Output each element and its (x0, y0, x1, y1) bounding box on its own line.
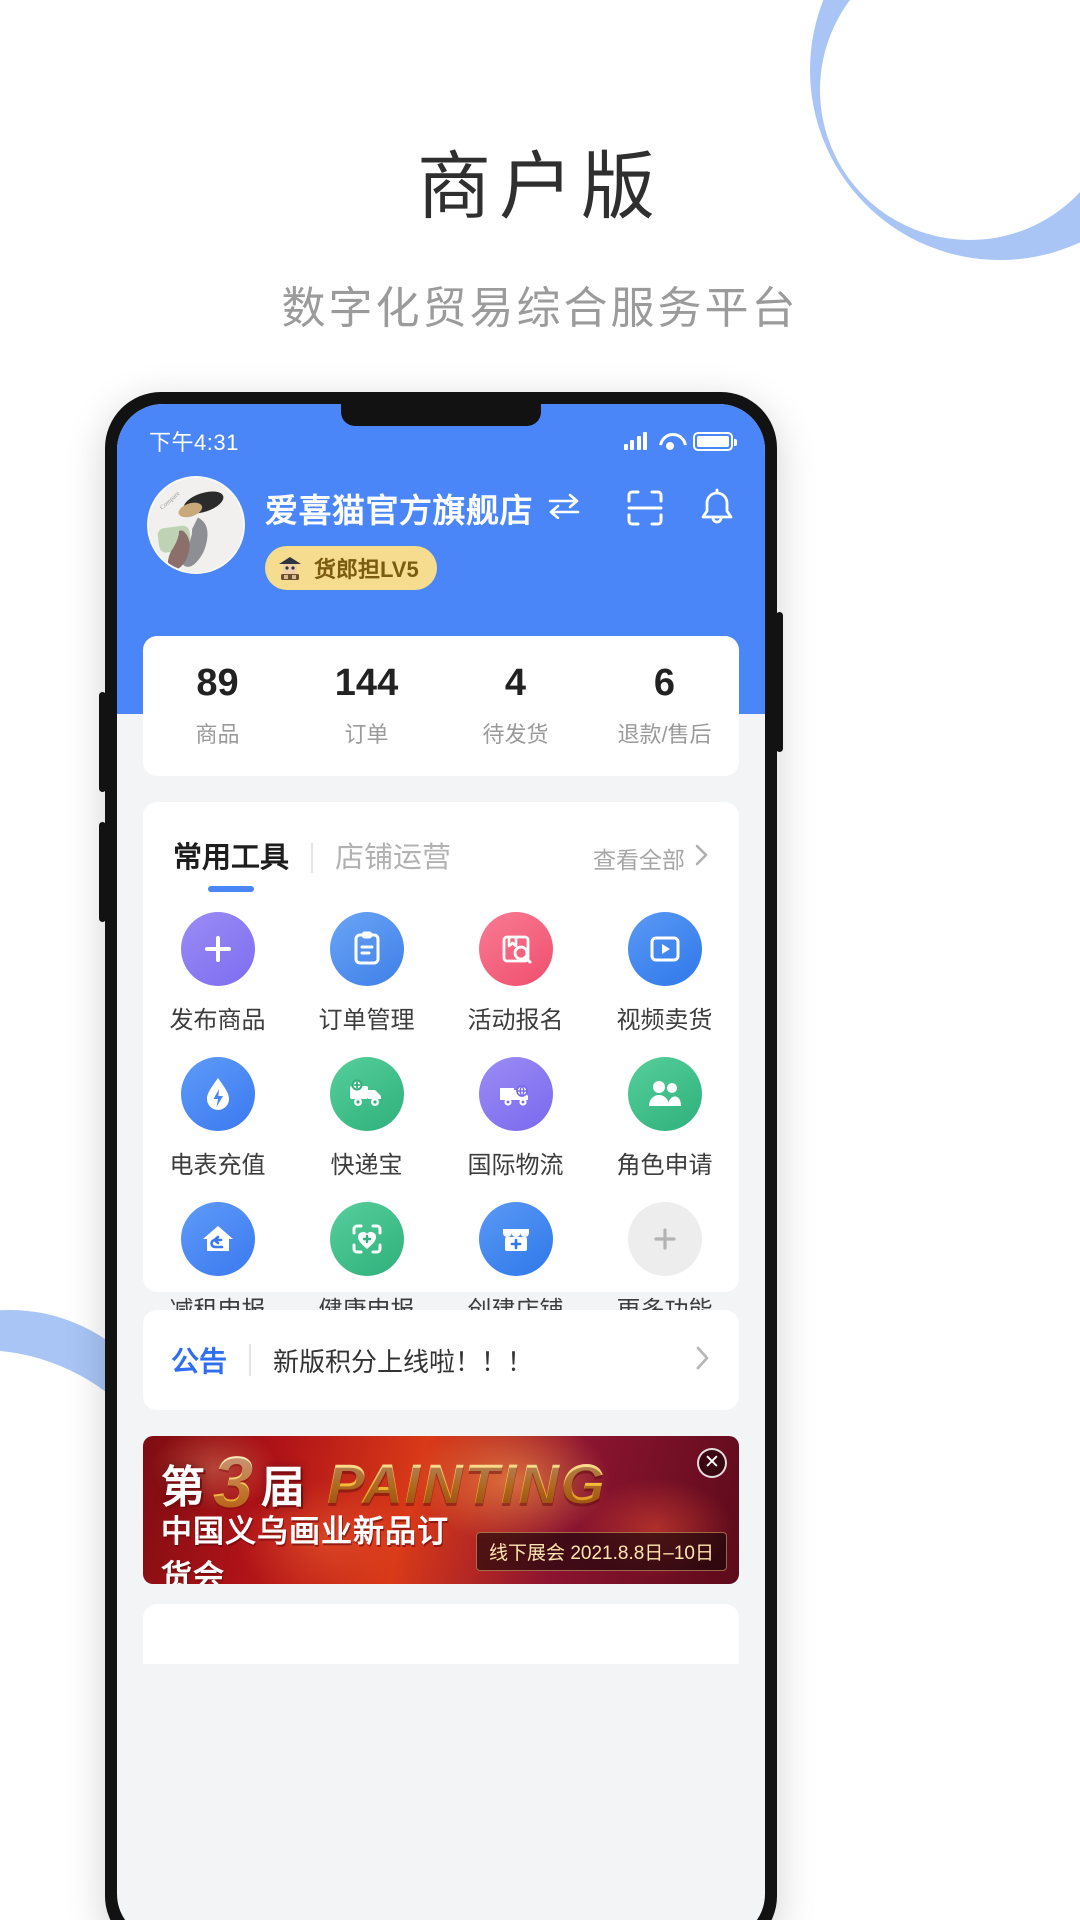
banner-title-cn: 中国义乌画业新品订货会 (161, 1514, 449, 1584)
stat-item[interactable]: 6 退款/售后 (590, 662, 739, 749)
header-actions (625, 488, 735, 533)
chevron-right-icon (695, 844, 709, 872)
stat-label: 商品 (195, 721, 240, 747)
video-play-icon (627, 912, 702, 986)
people-icon (627, 1057, 702, 1131)
tool-role-application[interactable]: 角色申请 (590, 1057, 739, 1180)
tool-create-store[interactable]: 创建店铺 (441, 1202, 590, 1325)
wifi-icon (659, 433, 681, 450)
tool-label: 快递宝 (330, 1152, 403, 1179)
next-section-peek (143, 1604, 739, 1664)
tool-label: 视频卖货 (616, 1007, 713, 1034)
tool-label: 国际物流 (467, 1152, 564, 1179)
avatar[interactable]: Compare (147, 476, 245, 574)
tab-divider (311, 843, 314, 873)
swap-shop-icon[interactable] (547, 493, 581, 524)
power-drop-icon (180, 1057, 255, 1131)
tools-header: 常用工具 店铺运营 查看全部 (143, 828, 739, 888)
battery-icon (693, 431, 737, 451)
signal-bars-icon (623, 432, 647, 450)
tool-publish-product[interactable]: 发布商品 (143, 912, 292, 1035)
status-time: 下午4:31 (149, 430, 239, 455)
store-add-icon (478, 1202, 553, 1276)
stat-value: 144 (334, 662, 399, 705)
shop-name: 爱喜猫官方旗舰店 (265, 492, 533, 529)
promo-title: 商户版 (417, 145, 663, 228)
tool-activity-signup[interactable]: 活动报名 (441, 912, 590, 1035)
tool-meter-recharge[interactable]: 电表充值 (143, 1057, 292, 1180)
promo-page: 商户版 数字化贸易综合服务平台 下午4:31 Compare 爱喜猫官方旗舰店 … (0, 0, 1080, 1920)
tool-order-management[interactable]: 订单管理 (292, 912, 441, 1035)
tool-video-selling[interactable]: 视频卖货 (590, 912, 739, 1035)
delivery-truck-icon (329, 1057, 404, 1131)
activity-search-icon (478, 912, 553, 986)
close-icon[interactable]: ✕ (697, 1448, 727, 1478)
chevron-right-icon[interactable] (695, 1345, 711, 1376)
status-bar: 下午4:31 (117, 424, 765, 458)
banner-date-label: 线下展会 2021.8.8日–10日 (476, 1531, 727, 1571)
tools-grid: 发布商品 订单管理 活动报名 视频卖货 电表充值 快递宝 国际物流 角色申请 (143, 912, 739, 1325)
phone-mockup: 下午4:31 Compare 爱喜猫官方旗舰店 货郎担LV5 89 商品 144… (99, 392, 783, 1920)
stats-card: 89 商品 144 订单 4 待发货 6 退款/售后 (143, 636, 739, 776)
tool-label: 发布商品 (169, 1007, 266, 1034)
peddler-icon (275, 554, 305, 582)
tool-express-treasure[interactable]: 快递宝 (292, 1057, 441, 1180)
view-all-button[interactable]: 查看全部 (593, 841, 709, 875)
stat-item[interactable]: 144 订单 (292, 662, 441, 749)
phone-screen: 下午4:31 Compare 爱喜猫官方旗舰店 货郎担LV5 89 商品 144… (117, 404, 765, 1920)
house-refund-icon (180, 1202, 255, 1276)
status-icons (623, 431, 737, 451)
stat-value: 89 (196, 662, 239, 705)
phone-notch (341, 404, 541, 426)
clipboard-icon (329, 912, 404, 986)
tool-label: 角色申请 (616, 1152, 713, 1179)
tool-label: 电表充值 (169, 1152, 266, 1179)
badge-label: 货郎担LV5 (314, 557, 419, 582)
view-all-label: 查看全部 (593, 847, 685, 873)
phone-power-button (776, 612, 783, 752)
tools-card: 常用工具 店铺运营 查看全部 发布商品 订单管理 活动报名 视频卖货 电表充值 … (143, 802, 739, 1324)
plus-icon (180, 912, 255, 986)
stat-value: 6 (653, 662, 676, 705)
tool-label: 活动报名 (467, 1007, 564, 1034)
tool-label: 订单管理 (318, 1007, 415, 1034)
stat-label: 退款/售后 (617, 721, 712, 747)
announcement-tag: 公告 (171, 1346, 228, 1377)
promo-subtitle: 数字化贸易综合服务平台 (281, 284, 799, 333)
phone-volume-up-button (99, 692, 106, 792)
health-scan-icon (329, 1202, 404, 1276)
stat-item[interactable]: 4 待发货 (441, 662, 590, 749)
tab-common-tools[interactable]: 常用工具 (173, 834, 289, 882)
announcement-divider (249, 1344, 252, 1376)
tool-more-functions[interactable]: 更多功能 (590, 1202, 739, 1325)
bell-icon[interactable] (699, 488, 735, 533)
stat-label: 待发货 (482, 721, 549, 747)
scan-icon[interactable] (625, 488, 665, 533)
stat-label: 订单 (344, 721, 389, 747)
more-plus-icon (627, 1202, 702, 1276)
tool-rent-reduction[interactable]: 减租申报 (143, 1202, 292, 1325)
stat-value: 4 (504, 662, 527, 705)
announcement-text: 新版积分上线啦！！！ (273, 1346, 534, 1377)
tool-international-logistics[interactable]: 国际物流 (441, 1057, 590, 1180)
banner-subtitle-row: 中国义乌画业新品订货会 线下展会 2021.8.8日–10日 (161, 1514, 727, 1584)
tool-health-declaration[interactable]: 健康申报 (292, 1202, 441, 1325)
tab-store-operations[interactable]: 店铺运营 (335, 834, 451, 882)
stat-item[interactable]: 89 商品 (143, 662, 292, 749)
announcement-bar[interactable]: 公告 新版积分上线啦！！！ (143, 1310, 739, 1410)
global-truck-icon (478, 1057, 553, 1131)
status-badge[interactable]: 货郎担LV5 (265, 546, 437, 590)
phone-volume-down-button (99, 822, 106, 922)
promo-banner[interactable]: 第 3 届 PAINTING 中国义乌画业新品订货会 线下展会 2021.8.8… (143, 1436, 739, 1584)
